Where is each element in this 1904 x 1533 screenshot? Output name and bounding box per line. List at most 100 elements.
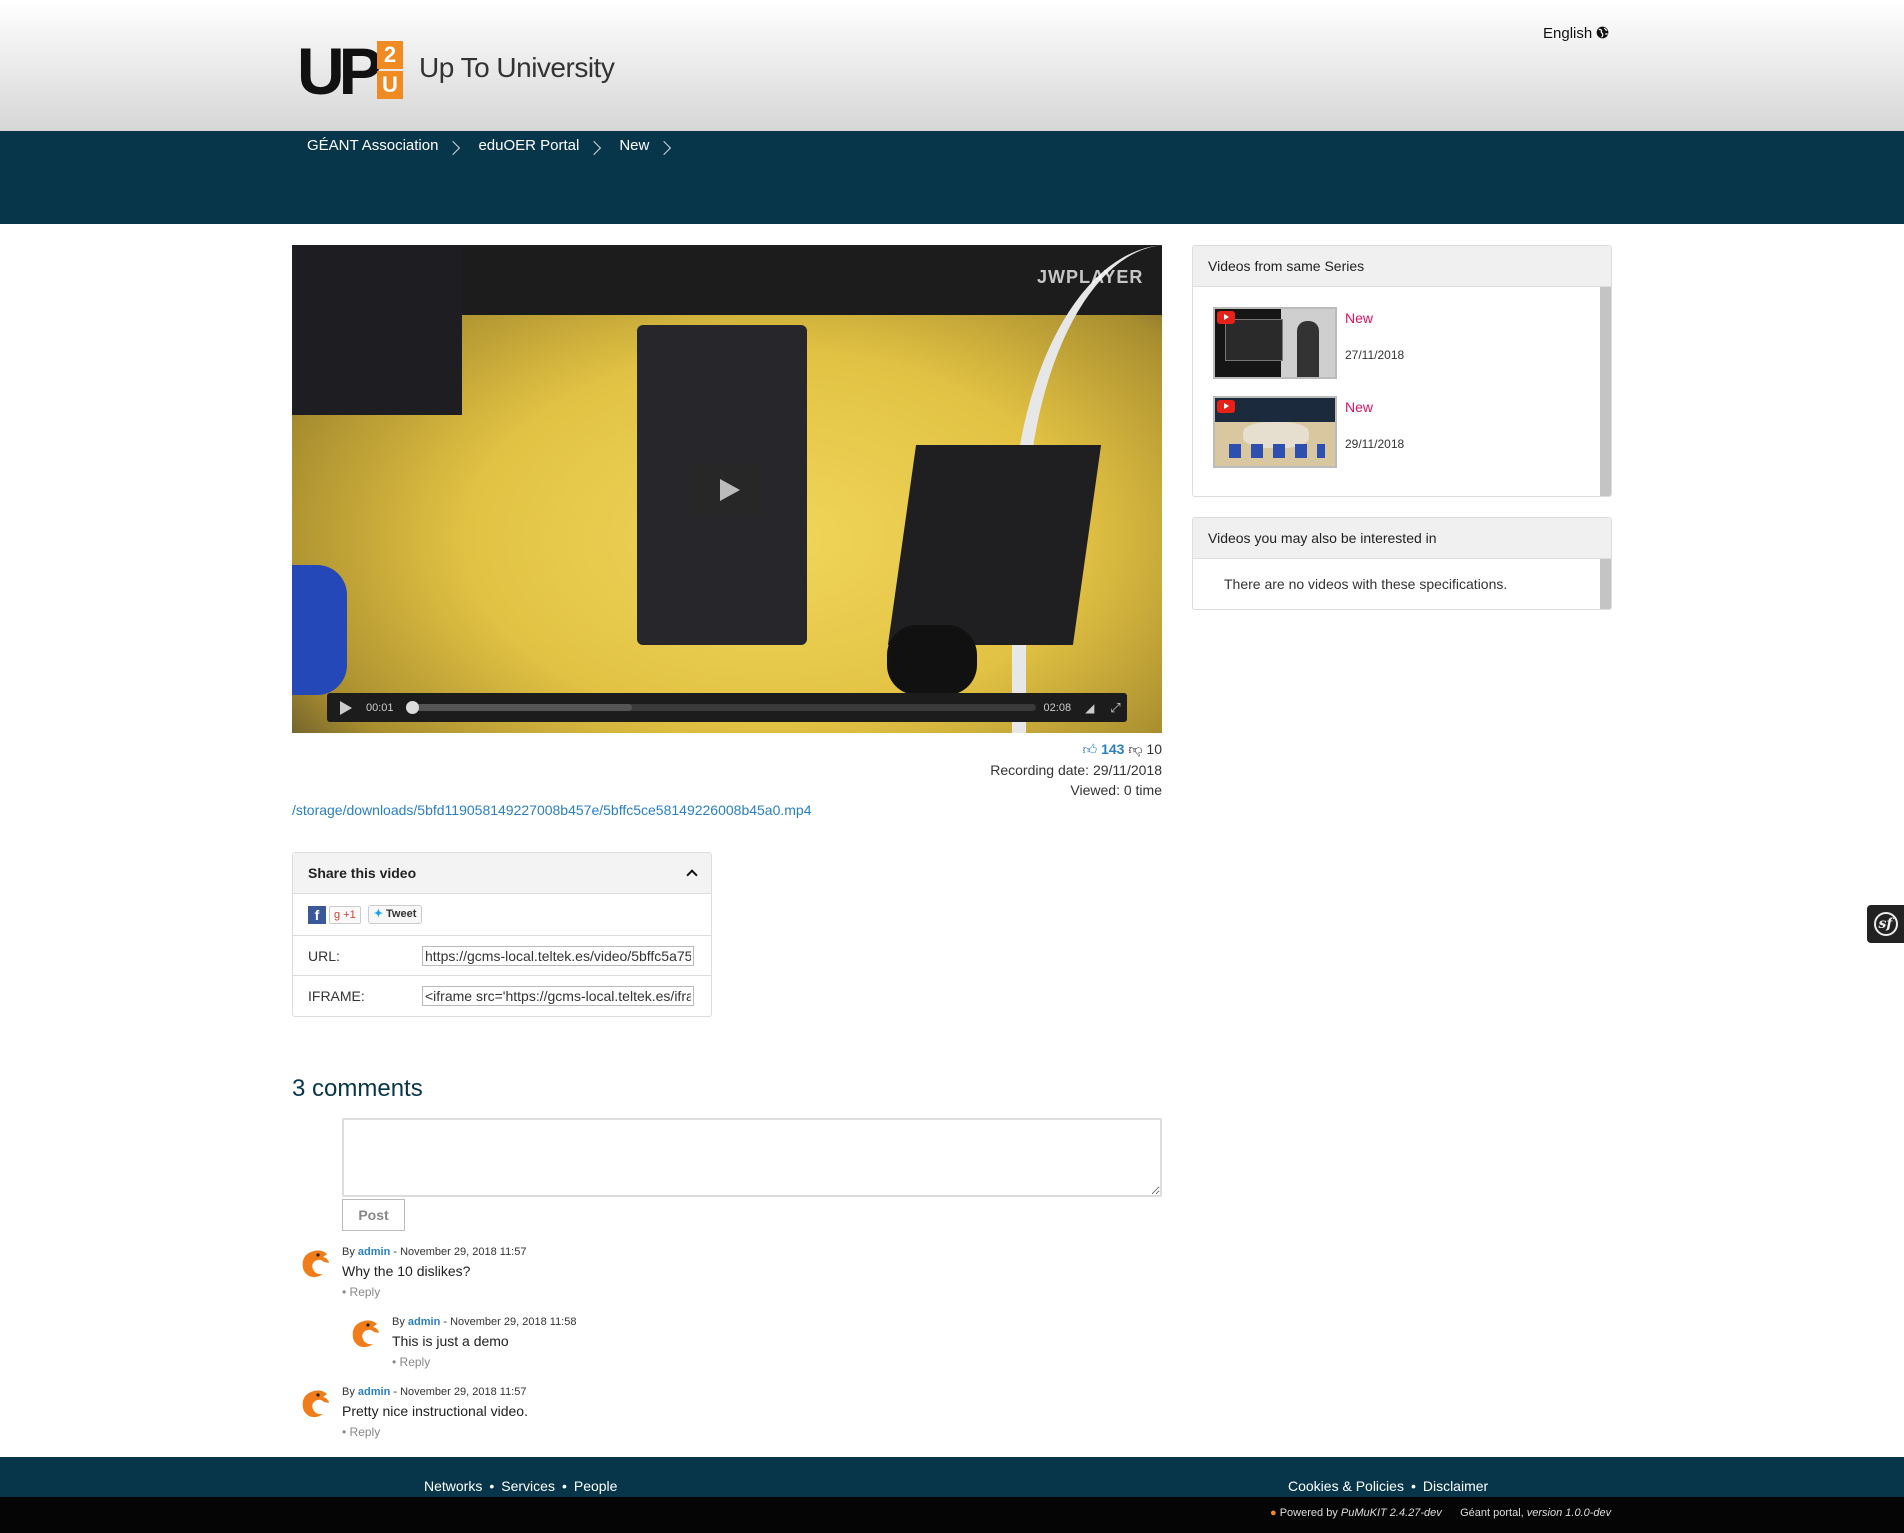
footer-link-cookies[interactable]: Cookies & Policies: [1288, 1478, 1404, 1494]
share-iframe-row: IFRAME:: [293, 976, 711, 1016]
up2u-logo[interactable]: UP 2 U: [297, 34, 407, 108]
comment-meta: By admin - November 29, 2018 11:57: [342, 1246, 526, 1258]
nav-bar: [0, 131, 1904, 224]
video-player[interactable]: JWPLAYER 00:01 02:08 ◢ ⤢: [292, 245, 1162, 733]
same-series-title: Videos from same Series: [1193, 246, 1611, 287]
scrollbar[interactable]: [1600, 287, 1611, 496]
logo-two-box: 2: [377, 41, 403, 69]
video-frame-bag: [887, 625, 977, 695]
view-count: Viewed: 0 time: [1070, 782, 1162, 798]
seek-bar[interactable]: [405, 701, 1036, 714]
reply-link[interactable]: • Reply: [392, 1355, 430, 1369]
share-url-row: URL:: [293, 936, 711, 976]
post-comment-button[interactable]: Post: [342, 1199, 405, 1231]
comment-text: This is just a demo: [392, 1333, 509, 1349]
comment-meta: By admin - November 29, 2018 11:58: [392, 1316, 576, 1328]
comment-input[interactable]: [342, 1118, 1162, 1197]
footer-link-services[interactable]: Services: [501, 1478, 555, 1494]
chevron-right-icon: [446, 140, 461, 155]
video-frame-chair: [292, 565, 347, 695]
avatar: [352, 1320, 379, 1348]
footer-link-disclaimer[interactable]: Disclaimer: [1423, 1478, 1488, 1494]
recording-date: Recording date: 29/11/2018: [990, 762, 1162, 778]
control-play-icon[interactable]: [340, 700, 352, 715]
reply-link[interactable]: • Reply: [342, 1425, 380, 1439]
breadcrumb-label: New: [619, 137, 650, 154]
reply-link[interactable]: • Reply: [342, 1285, 380, 1299]
share-iframe-field[interactable]: [422, 986, 694, 1006]
related-videos-title: Videos you may also be interested in: [1193, 518, 1611, 559]
comment-author[interactable]: admin: [358, 1246, 390, 1258]
powered-prefix: Powered by: [1279, 1507, 1338, 1519]
google-plus-button[interactable]: g +1: [329, 905, 361, 924]
language-selector[interactable]: English: [1543, 25, 1609, 42]
comment-text: Why the 10 dislikes?: [342, 1263, 471, 1279]
same-series-list: New 27/11/2018 New 29/11/2018: [1193, 287, 1611, 496]
tweet-button[interactable]: ✦ Tweet: [367, 905, 423, 924]
video-thumbnail[interactable]: [1213, 307, 1337, 379]
big-play-button[interactable]: [691, 464, 764, 516]
buffer-bar: [405, 704, 633, 711]
series-video-date: 27/11/2018: [1345, 348, 1405, 362]
by-label: By: [342, 1246, 355, 1258]
symfony-toolbar-toggle[interactable]: sf: [1867, 905, 1904, 943]
breadcrumb-item-eduoer[interactable]: eduOER Portal: [478, 137, 619, 155]
comment-date: - November 29, 2018 11:57: [393, 1386, 527, 1398]
scrollbar[interactable]: [1600, 559, 1611, 609]
powered-by: ● Powered by PuMuKIT 2.4.27-dev Géant po…: [1270, 1507, 1611, 1519]
comments-title: 3 comments: [292, 1075, 423, 1102]
comment-meta: By admin - November 29, 2018 11:57: [342, 1386, 526, 1398]
iframe-label: IFRAME:: [308, 988, 365, 1004]
series-video-title[interactable]: New: [1345, 399, 1373, 415]
facebook-share-button[interactable]: f: [308, 905, 326, 924]
bottom-bar: [0, 1497, 1904, 1533]
share-url-field[interactable]: [422, 945, 694, 966]
breadcrumb: GÉANT Association eduOER Portal New: [307, 137, 689, 155]
current-time: 00:01: [366, 701, 394, 714]
logo-u-box: U: [377, 71, 403, 99]
series-video-date: 29/11/2018: [1345, 437, 1405, 451]
related-videos-list: There are no videos with these specifica…: [1193, 559, 1611, 609]
series-video-title[interactable]: New: [1345, 310, 1373, 326]
logo-up-text: UP: [297, 34, 383, 108]
by-label: By: [392, 1316, 405, 1328]
footer-link-people[interactable]: People: [574, 1478, 618, 1494]
site-header: [0, 0, 1904, 131]
chevron-up-icon[interactable]: [686, 869, 698, 881]
breadcrumb-item-geant[interactable]: GÉANT Association: [307, 137, 478, 155]
comment-date: - November 29, 2018 11:58: [443, 1316, 577, 1328]
thumbnail-person: [1297, 321, 1319, 377]
series-video-item[interactable]: New 29/11/2018: [1213, 396, 1513, 468]
download-link[interactable]: /storage/downloads/5bfd119058149227008b4…: [292, 802, 812, 818]
globe-icon: [1597, 26, 1609, 39]
comment-author[interactable]: admin: [358, 1386, 390, 1398]
breadcrumb-item-new[interactable]: New: [619, 137, 689, 155]
thumbs-down-icon[interactable]: 👎︎: [1128, 741, 1142, 757]
fullscreen-icon[interactable]: ⤢: [1110, 700, 1120, 716]
seek-handle[interactable]: [405, 701, 419, 714]
share-panel-header[interactable]: Share this video: [293, 853, 711, 894]
volume-icon[interactable]: ◢: [1085, 701, 1094, 715]
language-label: English: [1543, 25, 1593, 42]
footer-links-left: Networks • Services • People: [424, 1478, 617, 1494]
site-title[interactable]: Up To University: [419, 52, 615, 84]
avatar: [302, 1250, 329, 1278]
footer-separator: •: [1410, 1478, 1416, 1494]
portal-version: version 1.0.0-dev: [1526, 1507, 1612, 1519]
series-video-item[interactable]: New 27/11/2018: [1213, 307, 1513, 379]
video-thumbnail[interactable]: [1213, 396, 1337, 468]
youtube-icon: [1217, 311, 1235, 324]
likes-count: 143: [1101, 741, 1125, 757]
no-videos-message: There are no videos with these specifica…: [1224, 576, 1508, 592]
footer: [0, 1457, 1904, 1497]
thumbs-up-icon[interactable]: 👍︎: [1083, 741, 1098, 757]
footer-link-networks[interactable]: Networks: [424, 1478, 482, 1494]
share-panel: Share this video f g +1 ✦ Tweet URL: IFR…: [292, 852, 712, 1017]
comment-author[interactable]: admin: [408, 1316, 440, 1328]
vote-counter: 👍︎ 143 👎︎ 10: [1000, 741, 1162, 758]
powered-name[interactable]: PuMuKIT 2.4.27-dev: [1341, 1507, 1442, 1519]
jwplayer-watermark[interactable]: JWPLAYER: [1037, 267, 1143, 288]
youtube-icon: [1217, 400, 1235, 413]
social-buttons: f g +1 ✦ Tweet: [293, 894, 711, 936]
comment-date: - November 29, 2018 11:57: [393, 1246, 527, 1258]
